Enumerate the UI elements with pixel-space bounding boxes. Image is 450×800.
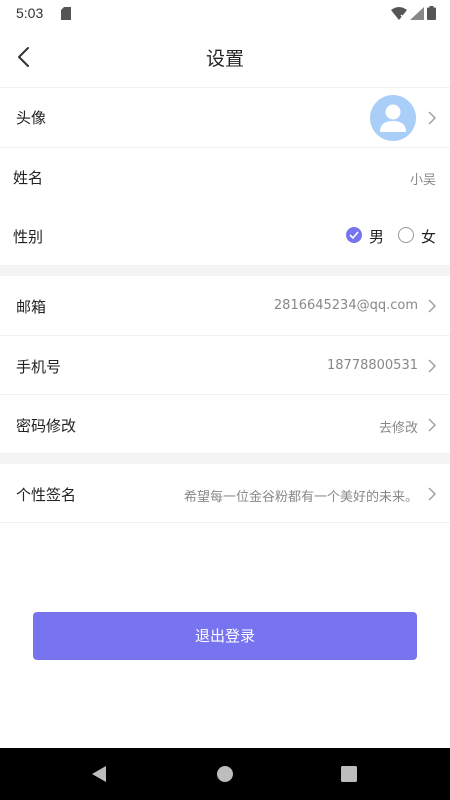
header: 设置 xyxy=(0,27,450,87)
phone-label: 手机号 xyxy=(16,358,62,376)
page-title: 设置 xyxy=(205,48,244,70)
signature-label: 个性签名 xyxy=(16,486,77,504)
section-divider xyxy=(0,265,450,276)
nav-back-icon[interactable] xyxy=(90,765,108,783)
status-bar: 5:03 xyxy=(0,0,450,27)
phone-value: 18778800531 xyxy=(327,358,418,373)
phone-row[interactable]: 手机号 18778800531 xyxy=(0,335,450,394)
section-divider xyxy=(0,453,450,464)
password-action[interactable]: 去修改 xyxy=(379,417,418,436)
female-radio[interactable] xyxy=(398,227,414,243)
male-radio[interactable] xyxy=(346,227,362,243)
nav-home-icon[interactable] xyxy=(216,765,234,783)
navigation-bar xyxy=(0,748,450,800)
check-icon xyxy=(349,231,359,240)
chevron-right-icon xyxy=(428,111,436,125)
chevron-right-icon xyxy=(428,299,436,313)
nav-recents-icon[interactable] xyxy=(341,766,357,782)
cell-signal-icon xyxy=(410,6,424,20)
male-label[interactable]: 男 xyxy=(369,226,384,247)
email-label: 邮箱 xyxy=(16,298,47,316)
avatar-row[interactable]: 头像 xyxy=(0,87,450,147)
name-row[interactable]: 姓名 小吴 xyxy=(0,147,450,207)
password-label: 密码修改 xyxy=(16,417,77,435)
email-row[interactable]: 邮箱 2816645234@qq.com xyxy=(0,276,450,335)
female-label[interactable]: 女 xyxy=(421,226,436,247)
email-value: 2816645234@qq.com xyxy=(273,298,418,313)
logout-button[interactable]: 退出登录 xyxy=(33,612,417,660)
gender-label: 性别 xyxy=(13,228,44,246)
wifi-icon xyxy=(391,6,407,20)
name-value: 小吴 xyxy=(409,173,436,188)
avatar[interactable] xyxy=(370,95,416,141)
sd-card-icon xyxy=(61,7,71,20)
status-icons xyxy=(391,6,436,20)
password-row[interactable]: 密码修改 去修改 xyxy=(0,394,450,453)
avatar-label: 头像 xyxy=(16,109,47,127)
user-icon xyxy=(380,104,406,132)
chevron-right-icon xyxy=(428,359,436,373)
battery-icon xyxy=(427,6,436,20)
name-label: 姓名 xyxy=(13,169,44,187)
signature-value: 希望每一位金谷粉都有一个美好的未来。 xyxy=(183,490,418,505)
status-time: 5:03 xyxy=(16,5,44,21)
gender-row: 性别 男 女 xyxy=(0,207,450,265)
chevron-right-icon xyxy=(428,487,436,501)
signature-row[interactable]: 个性签名 希望每一位金谷粉都有一个美好的未来。 xyxy=(0,464,450,523)
chevron-right-icon xyxy=(428,418,436,432)
